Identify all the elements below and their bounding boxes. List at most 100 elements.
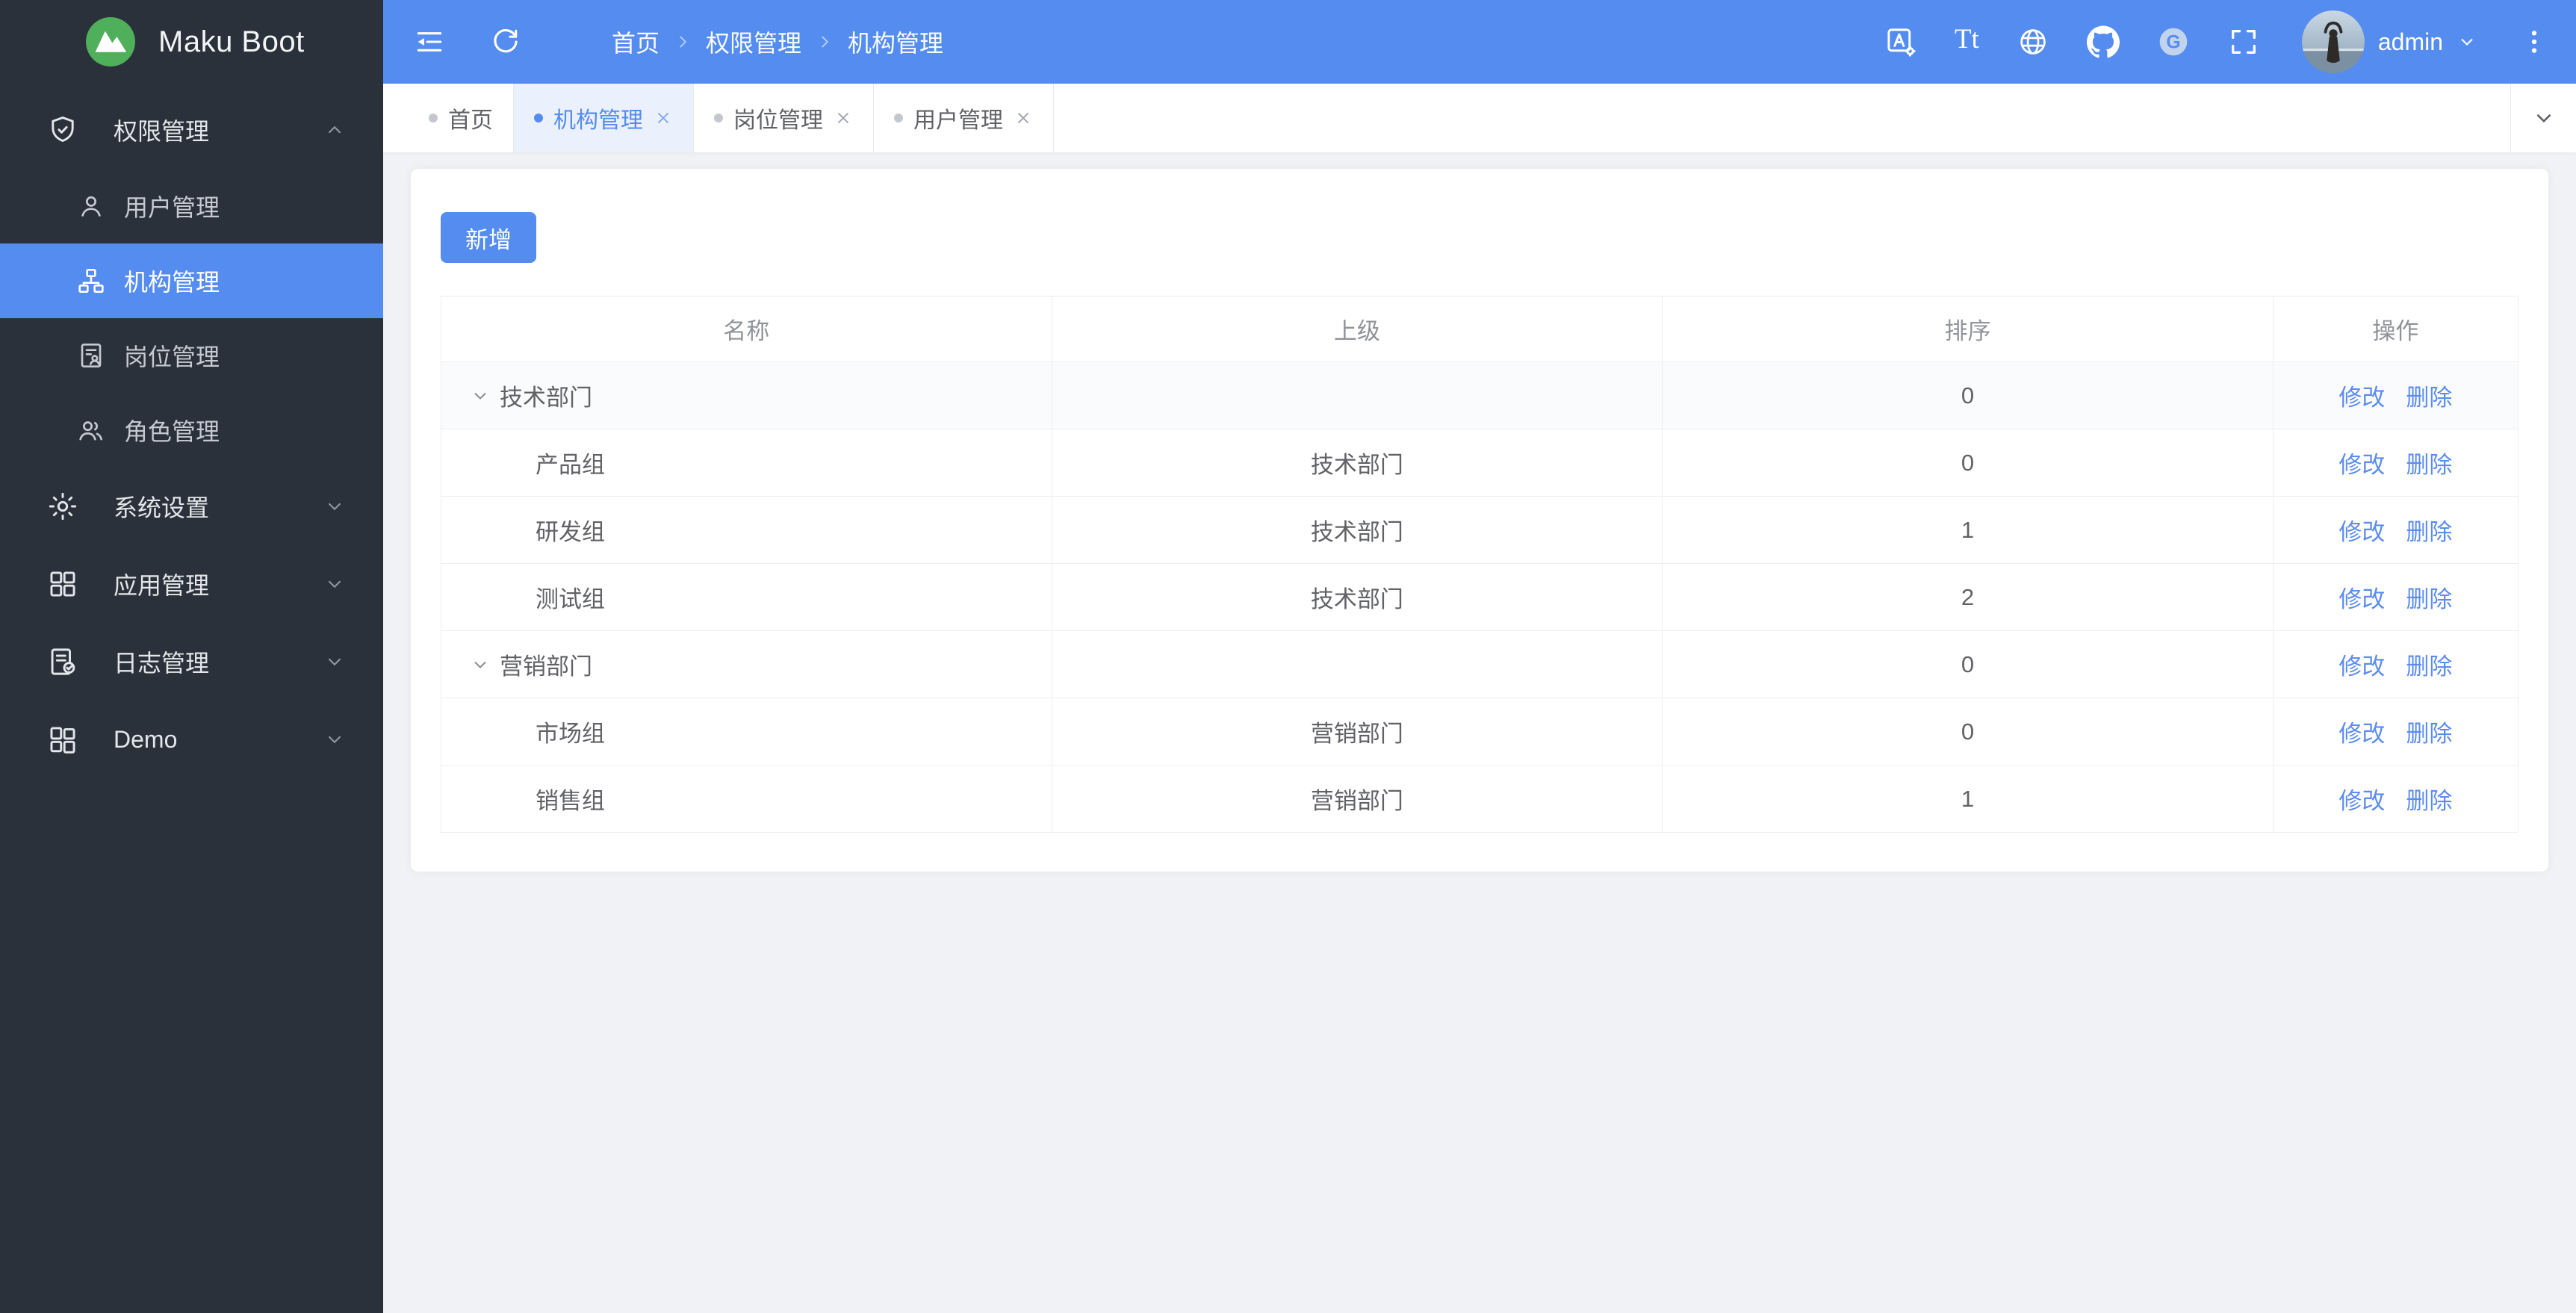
sidebar-item-post[interactable]: 岗位管理 — [0, 318, 383, 393]
expand-arrow-icon[interactable] — [470, 385, 491, 406]
cell-sort: 2 — [1662, 563, 2274, 631]
add-button[interactable]: 新增 — [441, 212, 536, 263]
refresh-icon[interactable] — [489, 25, 522, 58]
expand-arrow-icon[interactable] — [470, 654, 491, 675]
delete-link[interactable]: 删除 — [2406, 586, 2452, 612]
delete-link[interactable]: 删除 — [2406, 721, 2452, 747]
close-icon[interactable] — [1014, 108, 1033, 128]
tab-label: 机构管理 — [553, 108, 643, 133]
delete-link[interactable]: 删除 — [2406, 452, 2452, 478]
column-header: 操作 — [2272, 296, 2519, 362]
org-table: 名称 上级 排序 操作 技术部门 0 修改 删除 产品组 技术部门 0 修改 删除 研发组 技术部门 1 修改… — [441, 296, 2519, 833]
sidebar-item-apps[interactable]: 应用管理 — [0, 545, 383, 623]
github-icon[interactable] — [2086, 25, 2120, 58]
sidebar-item-label: 角色管理 — [124, 418, 220, 445]
tab-机构管理[interactable]: 机构管理 — [514, 84, 694, 152]
cell-actions: 修改 删除 — [2272, 630, 2519, 698]
tab-status-dot — [894, 114, 903, 122]
sidebar-item-logs[interactable]: 日志管理 — [0, 623, 383, 701]
sidebar-item-permission[interactable]: 权限管理 — [0, 91, 383, 169]
breadcrumb-item[interactable]: 权限管理 — [706, 25, 801, 59]
sidebar-item-label: 用户管理 — [124, 194, 220, 221]
cell-name: 测试组 — [441, 563, 1052, 631]
chevron-down-icon — [323, 728, 346, 751]
chevron-up-icon — [323, 119, 346, 141]
svg-text:G: G — [2166, 32, 2180, 52]
chevron-down-icon — [2456, 31, 2477, 52]
username: admin — [2377, 28, 2443, 55]
user-icon — [76, 191, 106, 221]
tab-label: 用户管理 — [913, 108, 1003, 133]
edit-link[interactable]: 修改 — [2338, 519, 2385, 545]
table-row: 市场组 营销部门 0 修改 删除 — [441, 698, 2519, 766]
cell-parent: 技术部门 — [1051, 429, 1663, 497]
gitee-icon[interactable]: G — [2157, 25, 2190, 58]
cell-sort: 0 — [1662, 429, 2274, 497]
breadcrumb-item[interactable]: 首页 — [612, 25, 659, 59]
gear-icon — [46, 490, 79, 523]
org-name: 销售组 — [536, 788, 605, 814]
cell-parent — [1051, 361, 1663, 429]
chevron-down-icon — [323, 651, 346, 673]
edit-link[interactable]: 修改 — [2338, 654, 2385, 680]
sidebar-item-label: Demo — [114, 725, 178, 753]
edit-link[interactable]: 修改 — [2338, 586, 2385, 612]
tab-label: 首页 — [448, 108, 493, 133]
more-options-icon[interactable] — [2519, 27, 2549, 57]
edit-link[interactable]: 修改 — [2338, 721, 2385, 747]
cell-parent — [1051, 630, 1663, 698]
close-icon[interactable] — [834, 108, 853, 128]
cell-sort: 0 — [1662, 630, 2274, 698]
font-size-icon[interactable]: Tt — [1955, 25, 1979, 58]
edit-link[interactable]: 修改 — [2338, 452, 2385, 478]
cell-name: 研发组 — [441, 496, 1052, 564]
table-row: 测试组 技术部门 2 修改 删除 — [441, 563, 2519, 631]
cell-actions: 修改 删除 — [2272, 496, 2519, 564]
tabs-dropdown-button[interactable] — [2510, 84, 2576, 152]
tab-首页[interactable]: 首页 — [408, 84, 514, 152]
delete-link[interactable]: 删除 — [2406, 519, 2452, 545]
tab-岗位管理[interactable]: 岗位管理 — [694, 84, 874, 152]
sidebar-item-users[interactable]: 用户管理 — [0, 169, 383, 243]
chevron-down-icon — [323, 573, 346, 595]
sidebar-item-label: 日志管理 — [114, 650, 210, 677]
table-row: 产品组 技术部门 0 修改 删除 — [441, 429, 2519, 497]
sidebar-item-org[interactable]: 机构管理 — [0, 243, 383, 318]
tab-用户管理[interactable]: 用户管理 — [874, 84, 1054, 152]
table-row: 销售组 营销部门 1 修改 删除 — [441, 765, 2519, 833]
content-area: 新增 名称 上级 排序 操作 技术部门 0 修改 删除 产品组 技术部门 0 修改 删除 研发组 技术部门… — [383, 152, 2576, 1313]
cell-parent: 技术部门 — [1051, 496, 1663, 564]
app-title: Maku Boot — [158, 25, 305, 58]
shield-check-icon — [46, 114, 79, 146]
sidebar-item-demo[interactable]: Demo — [0, 701, 383, 778]
org-name: 营销部门 — [500, 654, 592, 680]
sidebar-menu: 权限管理用户管理机构管理岗位管理角色管理系统设置应用管理日志管理 Demo — [0, 84, 383, 778]
topbar: 首页 权限管理 机构管理 Tt G admin — [383, 0, 2576, 84]
globe-icon[interactable] — [2017, 25, 2049, 58]
org-name: 市场组 — [536, 721, 605, 747]
sidebar-item-label: 岗位管理 — [124, 344, 220, 370]
sidebar-collapse-icon[interactable] — [413, 25, 446, 58]
user-menu[interactable]: admin — [2301, 10, 2477, 73]
fullscreen-icon[interactable] — [2227, 25, 2260, 58]
translate-icon[interactable] — [1884, 25, 1917, 58]
delete-link[interactable]: 删除 — [2406, 385, 2452, 411]
app-logo[interactable]: Maku Boot — [0, 0, 383, 84]
delete-link[interactable]: 删除 — [2406, 788, 2452, 814]
sidebar-item-label: 系统设置 — [114, 494, 210, 521]
tabbar: 首页 机构管理 岗位管理 用户管理 — [383, 84, 2576, 152]
edit-link[interactable]: 修改 — [2338, 385, 2385, 411]
sidebar-item-system[interactable]: 系统设置 — [0, 468, 383, 545]
delete-link[interactable]: 删除 — [2406, 654, 2452, 680]
edit-link[interactable]: 修改 — [2338, 788, 2385, 814]
column-header: 排序 — [1662, 296, 2274, 362]
close-icon[interactable] — [654, 108, 673, 128]
cell-actions: 修改 删除 — [2272, 361, 2519, 429]
table-row: 营销部门 0 修改 删除 — [441, 630, 2519, 698]
column-header: 名称 — [441, 296, 1052, 362]
chevron-right-icon — [815, 32, 834, 52]
cell-sort: 0 — [1662, 361, 2274, 429]
sidebar-item-role[interactable]: 角色管理 — [0, 393, 383, 468]
cell-actions: 修改 删除 — [2272, 563, 2519, 631]
cell-name: 产品组 — [441, 429, 1052, 497]
